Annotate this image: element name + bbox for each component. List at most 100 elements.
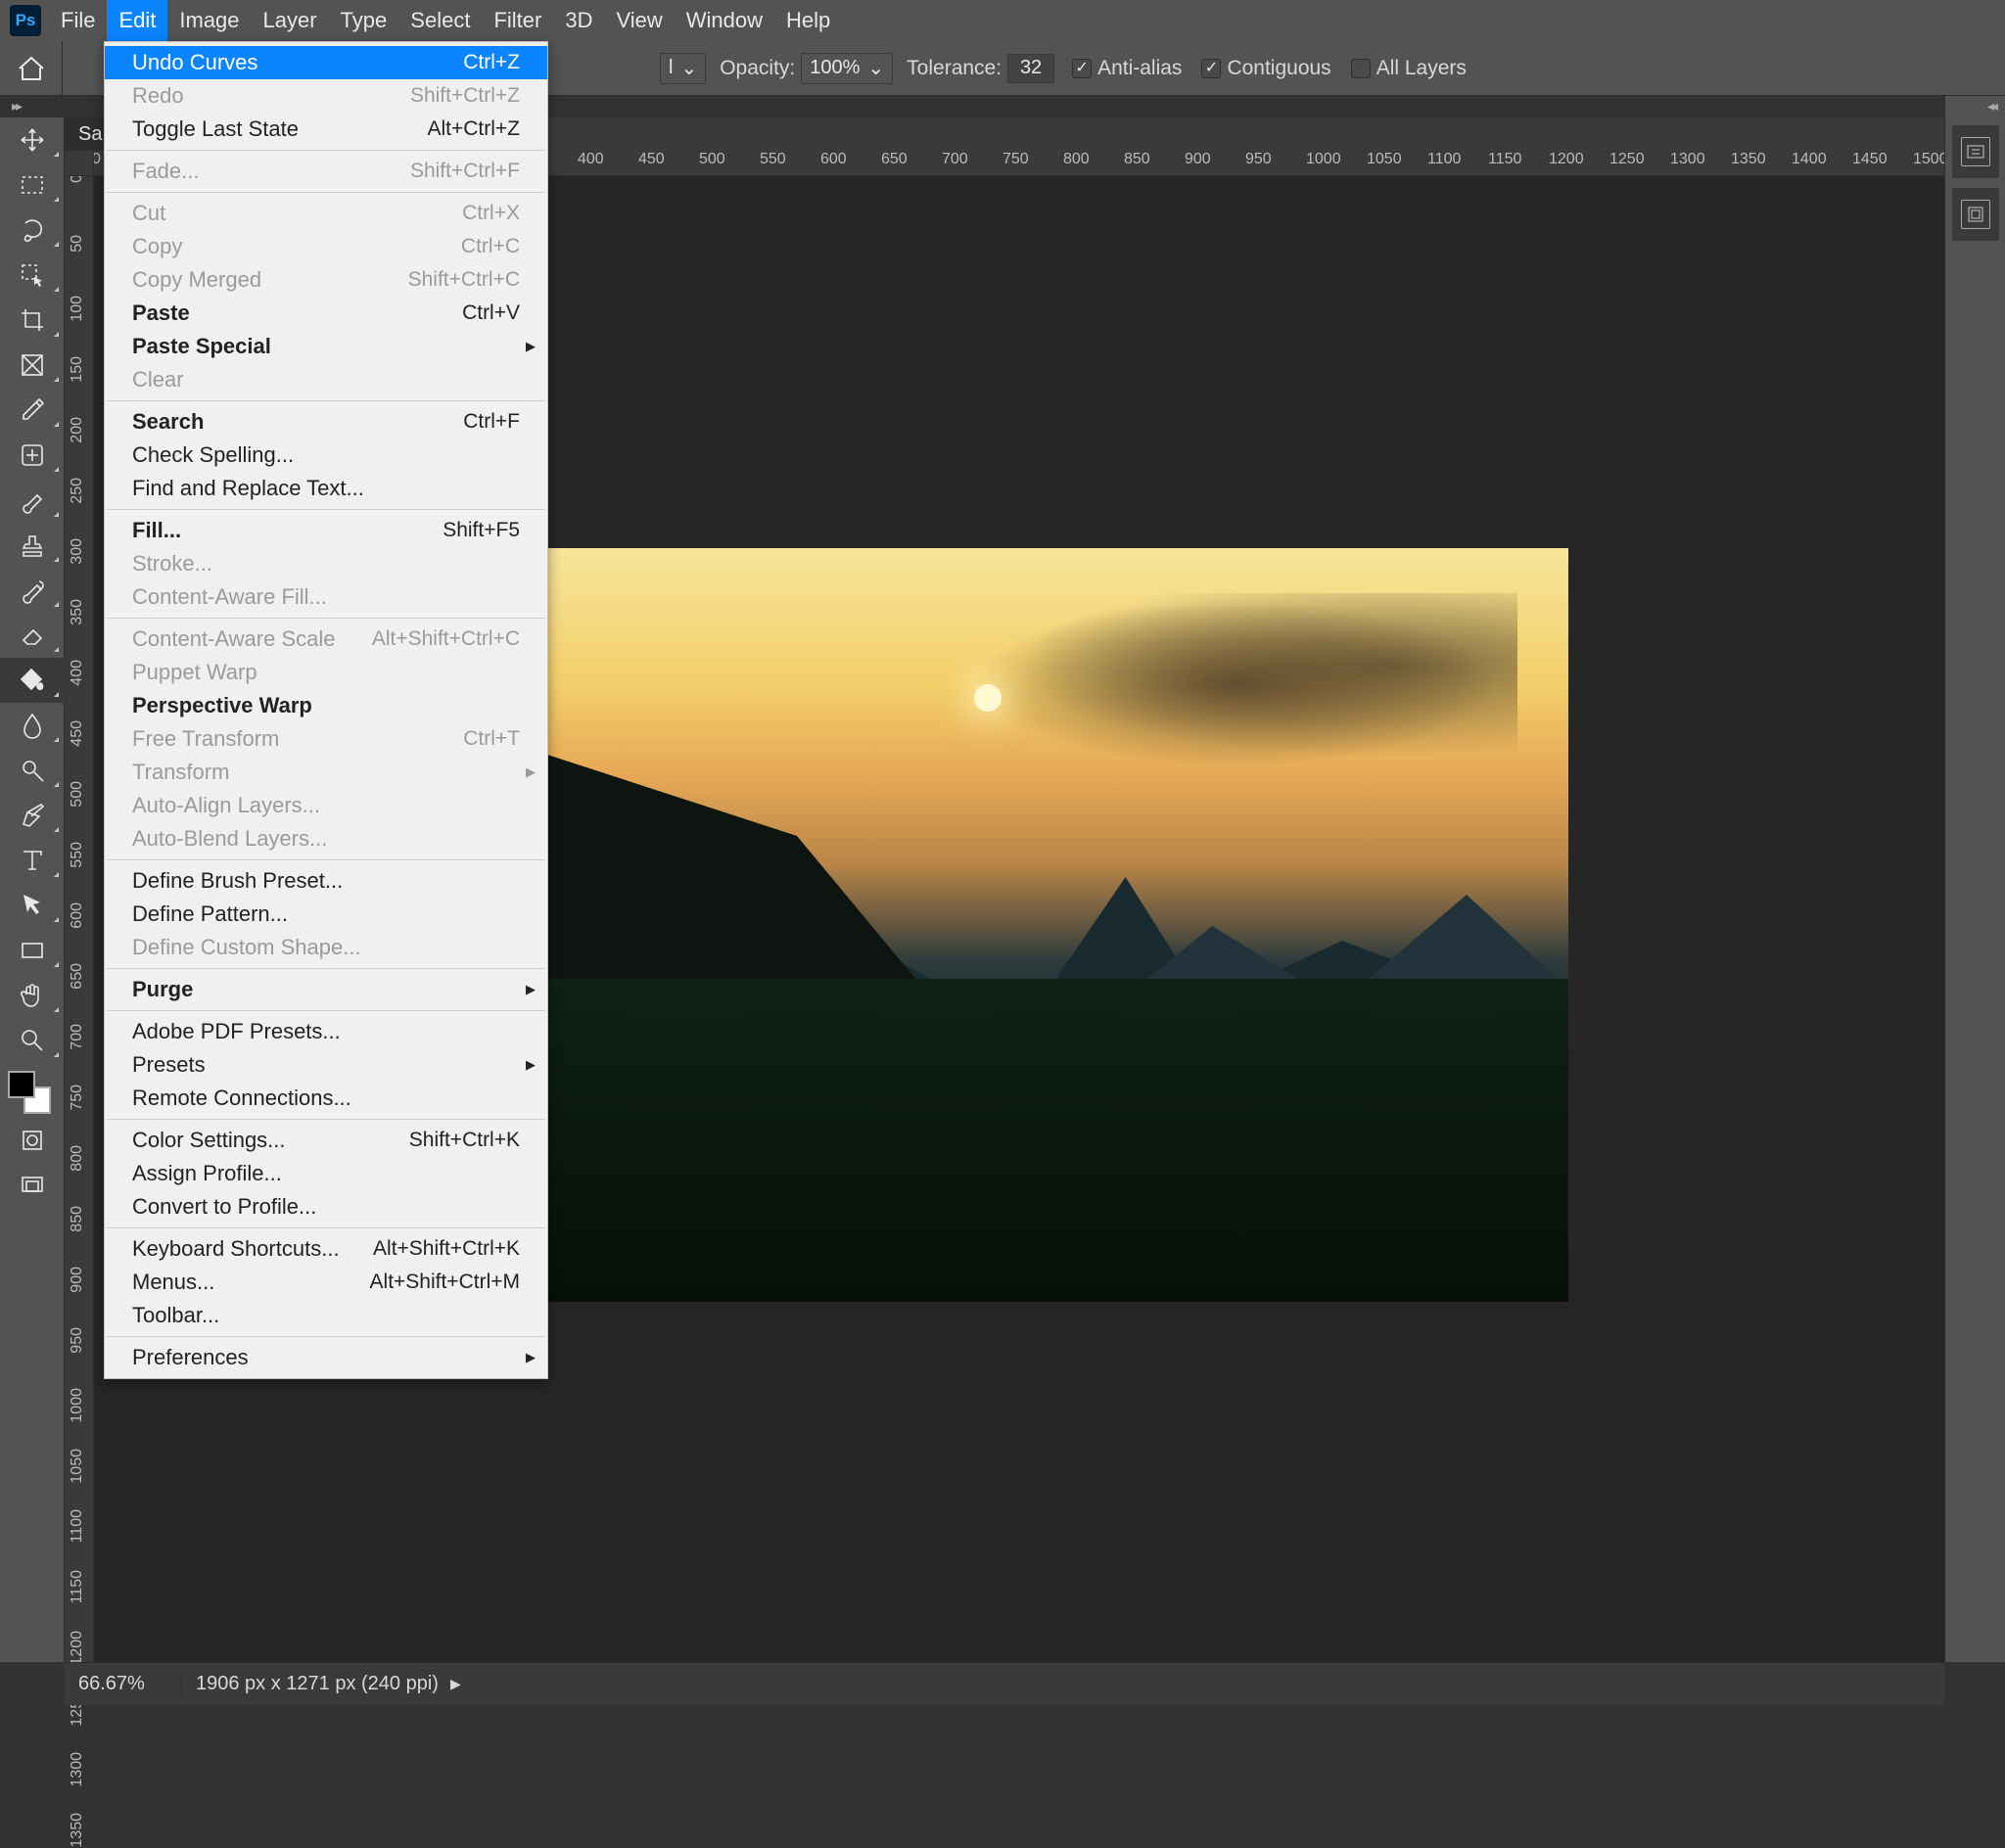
ruler-h-label: 1400 [1792, 151, 1827, 168]
home-button[interactable] [0, 41, 63, 96]
menu-item-fill[interactable]: Fill...Shift+F5 [105, 514, 547, 547]
menu-window[interactable]: Window [675, 0, 774, 41]
menu-help[interactable]: Help [774, 0, 842, 41]
menu-separator [107, 1227, 545, 1228]
zoom-level[interactable]: 66.67% [65, 1673, 182, 1695]
menu-item-preferences[interactable]: Preferences▶ [105, 1341, 547, 1374]
document-info[interactable]: 1906 px x 1271 px (240 ppi) ▶ [182, 1673, 475, 1695]
ruler-origin[interactable] [65, 151, 94, 176]
menu-item-purge[interactable]: Purge▶ [105, 973, 547, 1006]
menu-item-paste[interactable]: PasteCtrl+V [105, 297, 547, 330]
ruler-vertical[interactable]: 0501001502002503003504004505005506006507… [65, 176, 94, 1662]
tool-pen[interactable] [0, 793, 65, 838]
tool-healing[interactable] [0, 433, 65, 478]
ruler-v-label: 400 [69, 660, 86, 686]
tool-dodge[interactable] [0, 748, 65, 793]
tool-flyout-indicator [54, 197, 59, 202]
menu-item-undo-curves[interactable]: Undo CurvesCtrl+Z [105, 46, 547, 79]
menu-item-copy: CopyCtrl+C [105, 230, 547, 263]
tool-stamp[interactable] [0, 523, 65, 568]
menu-item-adobe-pdf-presets[interactable]: Adobe PDF Presets... [105, 1015, 547, 1048]
tool-eraser[interactable] [0, 613, 65, 658]
tool-object-select[interactable] [0, 253, 65, 298]
anti-alias-checkbox[interactable] [1072, 59, 1092, 78]
tool-hand[interactable] [0, 973, 65, 1018]
menu-item-menus[interactable]: Menus...Alt+Shift+Ctrl+M [105, 1266, 547, 1299]
menu-select[interactable]: Select [398, 0, 482, 41]
ruler-v-label: 800 [69, 1145, 86, 1172]
panel-group-2[interactable] [1952, 188, 1999, 241]
ruler-v-label: 50 [69, 235, 86, 253]
tool-marquee[interactable] [0, 162, 65, 208]
menu-edit[interactable]: Edit [107, 0, 167, 41]
tolerance-input[interactable]: 32 [1007, 54, 1054, 83]
menu-item-label: Stroke... [132, 551, 212, 577]
opacity-field[interactable]: 100% ⌄ [801, 53, 893, 84]
menu-view[interactable]: View [604, 0, 674, 41]
quick-mask-icon [18, 1126, 47, 1155]
menu-item-copy-merged: Copy MergedShift+Ctrl+C [105, 263, 547, 297]
menu-filter[interactable]: Filter [482, 0, 553, 41]
tool-screen-mode[interactable] [0, 1163, 65, 1208]
menu-item-shortcut: Ctrl+T [463, 727, 520, 751]
menu-item-label: Preferences [132, 1345, 249, 1370]
tool-crop[interactable] [0, 298, 65, 343]
tool-rectangle[interactable] [0, 928, 65, 973]
tool-flyout-indicator [54, 422, 59, 427]
menu-item-assign-profile[interactable]: Assign Profile... [105, 1157, 547, 1190]
tool-eyedropper[interactable] [0, 388, 65, 433]
menu-item-check-spelling[interactable]: Check Spelling... [105, 439, 547, 472]
tool-bucket[interactable] [0, 658, 65, 703]
menu-item-find-and-replace-text[interactable]: Find and Replace Text... [105, 472, 547, 505]
ruler-v-label: 300 [69, 538, 86, 565]
menu-3d[interactable]: 3D [553, 0, 604, 41]
menu-item-label: Perspective Warp [132, 693, 312, 718]
ruler-v-label: 750 [69, 1085, 86, 1111]
menu-file[interactable]: File [49, 0, 107, 41]
tool-zoom[interactable] [0, 1018, 65, 1063]
menu-item-toolbar[interactable]: Toolbar... [105, 1299, 547, 1332]
menu-type[interactable]: Type [329, 0, 399, 41]
ruler-h-label: 1250 [1609, 151, 1645, 168]
panel-group-1[interactable] [1952, 125, 1999, 178]
learn-panel-icon [1961, 137, 1990, 166]
tool-frame[interactable] [0, 343, 65, 388]
menu-item-redo: RedoShift+Ctrl+Z [105, 79, 547, 113]
all-layers-checkbox[interactable] [1351, 59, 1371, 78]
tool-quick-mask[interactable] [0, 1118, 65, 1163]
tool-brush[interactable] [0, 478, 65, 523]
tool-type[interactable] [0, 838, 65, 883]
contiguous-checkbox[interactable] [1201, 59, 1221, 78]
menu-item-define-pattern[interactable]: Define Pattern... [105, 898, 547, 931]
menu-item-keyboard-shortcuts[interactable]: Keyboard Shortcuts...Alt+Shift+Ctrl+K [105, 1232, 547, 1266]
menu-item-paste-special[interactable]: Paste Special▶ [105, 330, 547, 363]
document-image[interactable] [544, 548, 1568, 1302]
menu-item-toggle-last-state[interactable]: Toggle Last StateAlt+Ctrl+Z [105, 113, 547, 146]
ruler-h-label: 1500 [1913, 151, 1948, 168]
menu-item-shortcut: Shift+Ctrl+F [410, 160, 520, 183]
right-panel-collapse[interactable]: ◂◂ [1945, 96, 2005, 116]
menu-item-content-aware-scale: Content-Aware ScaleAlt+Shift+Ctrl+C [105, 623, 547, 656]
menu-item-define-brush-preset[interactable]: Define Brush Preset... [105, 864, 547, 898]
tool-path-select[interactable] [0, 883, 65, 928]
menu-item-perspective-warp[interactable]: Perspective Warp [105, 689, 547, 722]
ruler-v-label: 100 [69, 296, 86, 322]
collapse-icon: ◂◂ [1987, 98, 1995, 115]
menu-item-convert-to-profile[interactable]: Convert to Profile... [105, 1190, 547, 1224]
menu-item-label: Paste [132, 300, 190, 326]
menu-item-search[interactable]: SearchCtrl+F [105, 405, 547, 439]
menu-layer[interactable]: Layer [252, 0, 329, 41]
menu-item-presets[interactable]: Presets▶ [105, 1048, 547, 1082]
foreground-swatch[interactable] [8, 1071, 35, 1098]
tool-move[interactable] [0, 117, 65, 162]
tool-history-brush[interactable] [0, 568, 65, 613]
menu-item-color-settings[interactable]: Color Settings...Shift+Ctrl+K [105, 1124, 547, 1157]
ruler-v-label: 450 [69, 720, 86, 747]
menu-item-remote-connections[interactable]: Remote Connections... [105, 1082, 547, 1115]
tool-blur[interactable] [0, 703, 65, 748]
color-swatches[interactable] [0, 1063, 65, 1118]
tool-lasso[interactable] [0, 208, 65, 253]
left-panel-collapse[interactable]: ▸▸ [0, 96, 31, 116]
sample-mode-dropdown[interactable]: l ⌄ [660, 53, 706, 84]
menu-image[interactable]: Image [167, 0, 251, 41]
